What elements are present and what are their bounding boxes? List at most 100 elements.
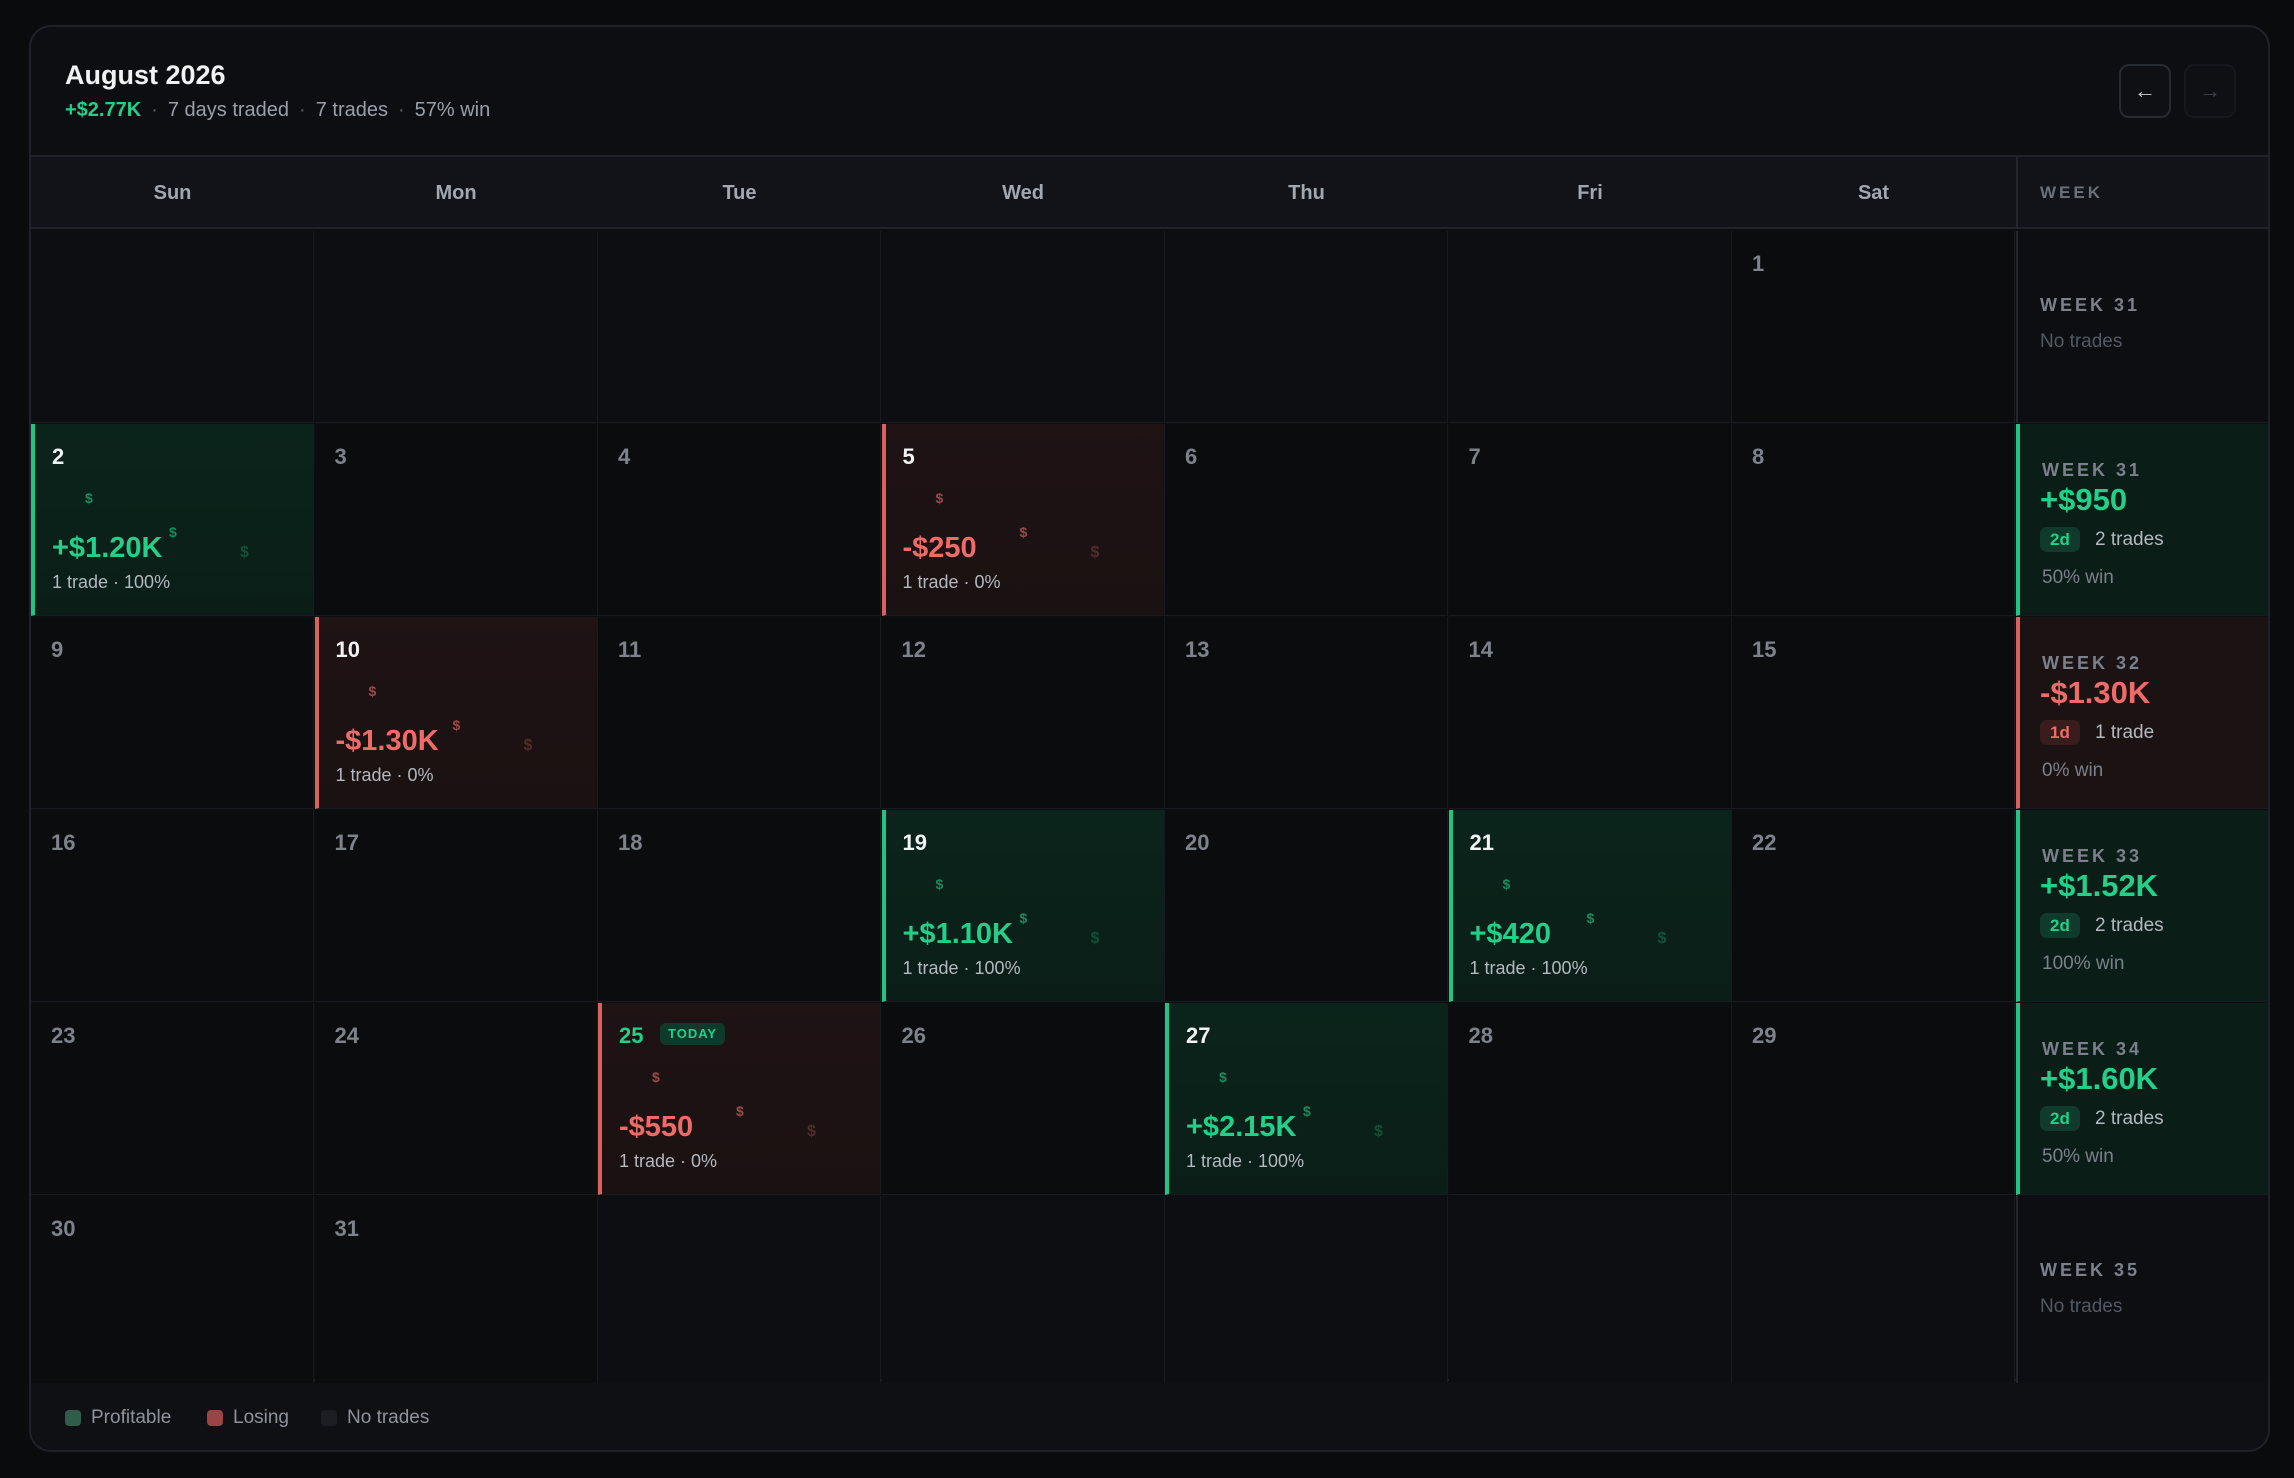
day-number: 31 (334, 1216, 359, 1241)
day-number: 7 (1468, 444, 1481, 469)
dollar-sparkle-icon: $ (1219, 1069, 1227, 1085)
day-cell-18[interactable]: 18 (598, 810, 881, 1002)
day-cell-5[interactable]: 5 $ $ $ -$250 1 trade · 0% (881, 424, 1165, 616)
day-cell-13[interactable]: 13 (1165, 617, 1448, 809)
dollar-sparkle-icon: $ (523, 737, 533, 754)
weekday-label-mon: Mon (435, 181, 477, 204)
calendar-cell-empty (598, 1196, 881, 1388)
dollar-sparkle-icon: $ (1090, 930, 1100, 947)
pnl-calendar-panel: August 2026 +$2.77K · 7 days traded · 7 trad… (29, 25, 2270, 1452)
day-cell-29[interactable]: 29 (1732, 1003, 2015, 1195)
day-trade-summary: 1 trade · 100% (52, 572, 171, 592)
weekday-label-fri: Fri (1577, 181, 1603, 204)
day-number: 14 (1468, 637, 1493, 662)
previous-month-button[interactable]: ← (2119, 64, 2171, 118)
week-summary-5[interactable]: WEEK 34 +$1.60K 2d 2 trades 50% win (2016, 1003, 2268, 1195)
day-cell-10[interactable]: 10 $ $ $ -$1.30K 1 trade · 0% (314, 617, 598, 809)
day-cell-21[interactable]: 21 $ $ $ +$420 1 trade · 100% (1448, 810, 1732, 1002)
day-number: 18 (618, 830, 643, 855)
dollar-sparkle-icon: $ (169, 524, 177, 540)
day-number: 1 (1752, 251, 1765, 276)
week-summary-3[interactable]: WEEK 32 -$1.30K 1d 1 trade 0% win (2016, 617, 2268, 809)
dollar-sparkle-icon: $ (368, 683, 377, 699)
day-cell-24[interactable]: 24 (314, 1003, 598, 1195)
day-number: 27 (1186, 1023, 1211, 1048)
dollar-sparkle-icon: $ (1657, 930, 1667, 947)
day-number: 8 (1752, 444, 1765, 469)
week-trade-count: 2 trades (2095, 915, 2164, 936)
week-summary-2[interactable]: WEEK 31 +$950 2d 2 trades 50% win (2016, 424, 2268, 616)
day-cell-27[interactable]: 27 $ $ $ +$2.15K 1 trade · 100% (1165, 1003, 1448, 1195)
week-label: WEEK 31 (2042, 460, 2143, 480)
day-cell-30[interactable]: 30 (31, 1196, 314, 1388)
day-cell-7[interactable]: 7 (1448, 424, 1732, 616)
week-label: WEEK 32 (2042, 653, 2143, 673)
week-label: WEEK 33 (2042, 846, 2143, 866)
day-cell-16[interactable]: 16 (31, 810, 314, 1002)
day-number: 9 (51, 637, 64, 662)
day-cell-23[interactable]: 23 (31, 1003, 314, 1195)
day-cell-4[interactable]: 4 (598, 424, 881, 616)
day-cell-28[interactable]: 28 (1448, 1003, 1732, 1195)
dollar-sparkle-icon: $ (935, 490, 944, 506)
day-trade-summary: 1 trade · 0% (902, 572, 1001, 592)
day-cell-25[interactable]: 25 TODAY $ $ $ -$550 1 trade · 0% (598, 1003, 881, 1195)
week-summary-6[interactable]: WEEK 35 No trades (2016, 1196, 2268, 1388)
week-label: WEEK 34 (2042, 1039, 2143, 1059)
day-cell-11[interactable]: 11 (598, 617, 881, 809)
day-cell-8[interactable]: 8 (1732, 424, 2015, 616)
calendar-grid: WEEK Sun Mon Tue Wed Thu Fri Sat 1 2 $ $ $ +$1.20K 1… (31, 155, 2268, 1388)
day-cell-1[interactable]: 1 (1732, 231, 2015, 423)
calendar-cell-empty (314, 231, 598, 423)
week-win-rate: 50% win (2042, 1146, 2114, 1167)
calendar-cell-empty (1732, 1196, 2015, 1388)
dollar-sparkle-icon: $ (1374, 1123, 1383, 1140)
legend-item-losing: Losing (207, 1407, 289, 1429)
day-cell-20[interactable]: 20 (1165, 810, 1448, 1002)
day-pnl: -$550 (619, 1111, 694, 1143)
day-cell-2[interactable]: 2 $ $ $ +$1.20K 1 trade · 100% (31, 424, 314, 616)
day-cell-19[interactable]: 19 $ $ $ +$1.10K 1 trade · 100% (881, 810, 1165, 1002)
day-number: 16 (51, 830, 76, 855)
day-number: 25 (619, 1023, 644, 1048)
calendar-legend: Profitable Losing No trades (31, 1383, 2268, 1450)
legend-swatch (321, 1410, 337, 1426)
day-number: 26 (901, 1023, 926, 1048)
day-pnl: +$1.20K (52, 532, 163, 564)
day-cell-9[interactable]: 9 (31, 617, 314, 809)
day-cell-12[interactable]: 12 (881, 617, 1165, 809)
day-number: 4 (618, 444, 631, 469)
today-badge: TODAY (660, 1023, 726, 1045)
arrow-right-icon: → (2199, 78, 2221, 103)
week-win-rate: 100% win (2042, 953, 2125, 974)
weekday-label-wed: Wed (1002, 181, 1044, 204)
dollar-sparkle-icon: $ (1090, 544, 1100, 561)
day-number: 13 (1185, 637, 1210, 662)
summary-separator: · (299, 99, 306, 121)
day-cell-6[interactable]: 6 (1165, 424, 1448, 616)
weekday-label-sat: Sat (1857, 181, 1890, 204)
week-empty-text: No trades (2040, 331, 2123, 352)
trade-count: 7 trades (315, 99, 388, 121)
dollar-sparkle-icon: $ (1019, 524, 1028, 540)
day-cell-26[interactable]: 26 (881, 1003, 1165, 1195)
day-number: 19 (902, 830, 927, 855)
legend-item-no-trades: No trades (321, 1407, 429, 1429)
week-trade-count: 1 trade (2095, 722, 2155, 743)
next-month-button[interactable]: → (2184, 64, 2236, 118)
week-days-badge: 2d (2040, 527, 2080, 552)
day-cell-31[interactable]: 31 (314, 1196, 598, 1388)
day-cell-17[interactable]: 17 (314, 810, 598, 1002)
day-cell-15[interactable]: 15 (1732, 617, 2015, 809)
day-pnl: +$2.15K (1186, 1111, 1297, 1143)
day-cell-22[interactable]: 22 (1732, 810, 2015, 1002)
week-summary-4[interactable]: WEEK 33 +$1.52K 2d 2 trades 100% win (2016, 810, 2268, 1002)
calendar-cell-empty (1448, 231, 1732, 423)
day-cell-14[interactable]: 14 (1448, 617, 1732, 809)
calendar-cell-empty (598, 231, 881, 423)
day-cell-3[interactable]: 3 (314, 424, 598, 616)
days-traded: 7 days traded (167, 99, 290, 121)
week-summary-1[interactable]: WEEK 31 No trades (2016, 231, 2268, 423)
calendar-cell-empty (31, 231, 314, 423)
day-number: 5 (902, 444, 915, 469)
